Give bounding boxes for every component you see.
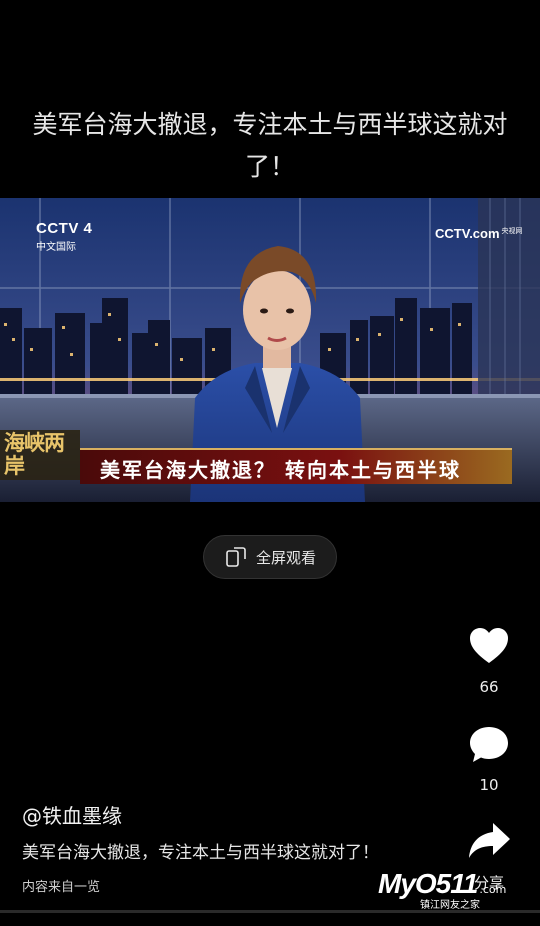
watermark-domain: .com — [479, 883, 507, 896]
watermark-tagline: 镇江网友之家 — [420, 900, 480, 911]
news-headline: 美军台海大撤退？ 转向本土与西半球 — [100, 458, 461, 482]
cctv4-logo-sub: 中文国际 — [36, 242, 76, 253]
fullscreen-icon — [226, 547, 246, 567]
content-source: 内容来自一览 — [22, 880, 101, 895]
comment-button[interactable]: 10 — [464, 724, 514, 794]
comment-icon — [470, 727, 508, 762]
cctv-com-logo-sub: 央视网 — [501, 227, 523, 235]
cctv4-logo: CCTV 4 中文国际 — [36, 220, 106, 253]
cctv-com-logo: CCTV.com 央视网 — [435, 226, 523, 241]
post-title: 美军台海大撤退，专注本土与西半球这就对了！ — [32, 110, 508, 181]
author-name[interactable]: @铁血墨缘 — [22, 800, 122, 829]
share-icon — [469, 823, 510, 858]
program-logo: 海峡两岸 — [4, 431, 65, 478]
like-count: 66 — [479, 678, 499, 696]
cctv4-logo-mark: CCTV 4 — [36, 220, 93, 237]
comment-count: 10 — [479, 776, 499, 794]
like-button[interactable]: 66 — [464, 624, 514, 696]
post-caption: 美军台海大撤退，专注本土与西半球这就对了！ — [22, 843, 379, 863]
cctv-com-logo-mark: CCTV.com — [435, 226, 500, 241]
site-watermark: MyO511 .com 镇江网友之家 — [378, 868, 506, 911]
fullscreen-button[interactable]: 全屏观看 — [203, 535, 337, 579]
video-progress-bar[interactable] — [0, 910, 540, 913]
video-player[interactable]: CCTV 4 中文国际 CCTV.com 央视网 海峡两岸 美军台海大撤退？ 转… — [0, 198, 540, 502]
heart-icon — [470, 628, 508, 663]
fullscreen-label: 全屏观看 — [255, 548, 316, 567]
